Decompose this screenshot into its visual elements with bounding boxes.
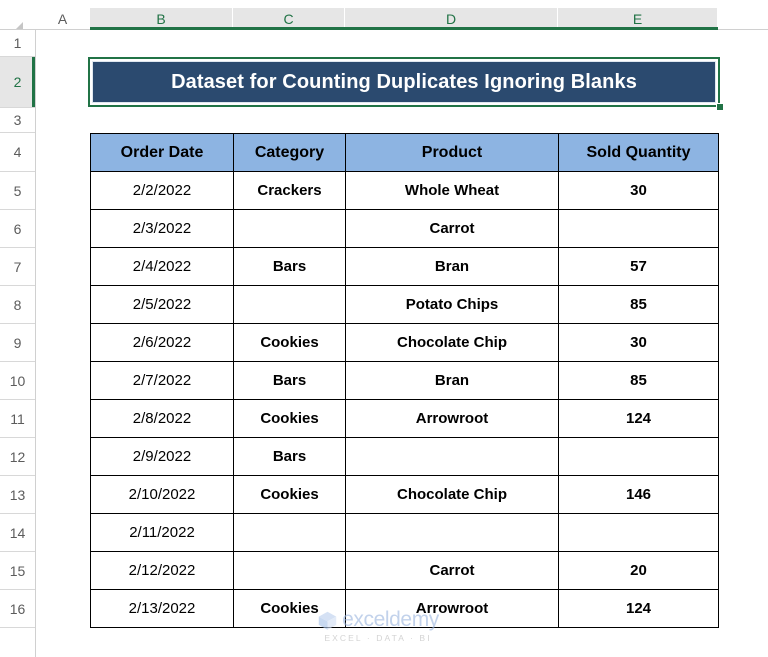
- row-header-9[interactable]: 9: [0, 324, 35, 362]
- watermark-tagline: EXCEL · DATA · BI: [324, 633, 432, 643]
- row-header-16[interactable]: 16: [0, 590, 35, 628]
- cell-sold-quantity[interactable]: 85: [558, 361, 719, 400]
- table-row: 2/7/2022 Bars Bran 85: [90, 361, 719, 400]
- row-header-15[interactable]: 15: [0, 552, 35, 590]
- row-header-11[interactable]: 11: [0, 400, 35, 438]
- cell-product[interactable]: Arrowroot: [345, 399, 559, 438]
- table-row: 2/2/2022 Crackers Whole Wheat 30: [90, 171, 719, 210]
- row-header-1[interactable]: 1: [0, 30, 35, 57]
- cell-sold-quantity[interactable]: [558, 209, 719, 248]
- cell-order-date[interactable]: 2/5/2022: [90, 285, 234, 324]
- row-header-7[interactable]: 7: [0, 248, 35, 286]
- cell-sold-quantity[interactable]: [558, 437, 719, 476]
- cell-order-date[interactable]: 2/4/2022: [90, 247, 234, 286]
- table-row: 2/8/2022 Cookies Arrowroot 124: [90, 399, 719, 438]
- cell-category[interactable]: Bars: [233, 247, 346, 286]
- cell-sold-quantity[interactable]: 57: [558, 247, 719, 286]
- row-header-12[interactable]: 12: [0, 438, 35, 476]
- cell-order-date[interactable]: 2/10/2022: [90, 475, 234, 514]
- selection-border: [88, 57, 720, 107]
- cell-order-date[interactable]: 2/7/2022: [90, 361, 234, 400]
- cell-product[interactable]: Carrot: [345, 209, 559, 248]
- cell-order-date[interactable]: 2/11/2022: [90, 513, 234, 552]
- row-header-6[interactable]: 6: [0, 210, 35, 248]
- column-header-selection-underline: [90, 27, 233, 30]
- column-header-order-date[interactable]: Order Date: [90, 133, 234, 172]
- column-header-selection-underline: [558, 27, 718, 30]
- cell-category[interactable]: [233, 209, 346, 248]
- cell-sold-quantity[interactable]: 146: [558, 475, 719, 514]
- row-header-8[interactable]: 8: [0, 286, 35, 324]
- cell-category[interactable]: Cookies: [233, 399, 346, 438]
- table-row: 2/6/2022 Cookies Chocolate Chip 30: [90, 323, 719, 362]
- row-header-2[interactable]: 2: [0, 57, 35, 108]
- row-header-divider: [35, 30, 36, 657]
- cell-sold-quantity[interactable]: [558, 513, 719, 552]
- cell-order-date[interactable]: 2/13/2022: [90, 589, 234, 628]
- column-header-a[interactable]: A: [35, 8, 90, 30]
- row-header-10[interactable]: 10: [0, 362, 35, 400]
- cell-category[interactable]: [233, 551, 346, 590]
- cell-category[interactable]: [233, 285, 346, 324]
- cell-product[interactable]: Bran: [345, 361, 559, 400]
- cell-category[interactable]: Crackers: [233, 171, 346, 210]
- table-row: 2/9/2022 Bars: [90, 437, 719, 476]
- row-header-5[interactable]: 5: [0, 172, 35, 210]
- cell-category[interactable]: Cookies: [233, 323, 346, 362]
- cell-product[interactable]: Carrot: [345, 551, 559, 590]
- cell-product[interactable]: Bran: [345, 247, 559, 286]
- cell-product[interactable]: Chocolate Chip: [345, 475, 559, 514]
- table-row: 2/5/2022 Potato Chips 85: [90, 285, 719, 324]
- table-row: 2/11/2022: [90, 513, 719, 552]
- cell-product[interactable]: Chocolate Chip: [345, 323, 559, 362]
- table-row: 2/10/2022 Cookies Chocolate Chip 146: [90, 475, 719, 514]
- row-header-13[interactable]: 13: [0, 476, 35, 514]
- table-row: 2/13/2022 Cookies Arrowroot 124: [90, 589, 719, 628]
- cell-category[interactable]: Bars: [233, 361, 346, 400]
- cell-category[interactable]: Bars: [233, 437, 346, 476]
- cell-sold-quantity[interactable]: 124: [558, 589, 719, 628]
- cell-sold-quantity[interactable]: 20: [558, 551, 719, 590]
- cell-product[interactable]: [345, 513, 559, 552]
- cell-category[interactable]: Cookies: [233, 589, 346, 628]
- cell-product[interactable]: [345, 437, 559, 476]
- cell-product[interactable]: Potato Chips: [345, 285, 559, 324]
- cell-order-date[interactable]: 2/12/2022: [90, 551, 234, 590]
- cell-category[interactable]: [233, 513, 346, 552]
- row-header-4[interactable]: 4: [0, 133, 35, 172]
- fill-handle[interactable]: [716, 103, 724, 111]
- column-header-sold-quantity[interactable]: Sold Quantity: [558, 133, 719, 172]
- row-header-14[interactable]: 14: [0, 514, 35, 552]
- cell-order-date[interactable]: 2/9/2022: [90, 437, 234, 476]
- column-header-product[interactable]: Product: [345, 133, 559, 172]
- title-cell-selection[interactable]: Dataset for Counting Duplicates Ignoring…: [88, 57, 724, 111]
- cell-sold-quantity[interactable]: 30: [558, 171, 719, 210]
- column-header-selection-underline: [345, 27, 558, 30]
- column-header-category[interactable]: Category: [233, 133, 346, 172]
- table-row: 2/4/2022 Bars Bran 57: [90, 247, 719, 286]
- cell-sold-quantity[interactable]: 85: [558, 285, 719, 324]
- table-row: 2/12/2022 Carrot 20: [90, 551, 719, 590]
- cell-order-date[interactable]: 2/8/2022: [90, 399, 234, 438]
- column-header-selection-underline: [233, 27, 345, 30]
- cell-product[interactable]: Whole Wheat: [345, 171, 559, 210]
- table-header-row: Order Date Category Product Sold Quantit…: [90, 133, 719, 172]
- cell-order-date[interactable]: 2/6/2022: [90, 323, 234, 362]
- table-row: 2/3/2022 Carrot: [90, 209, 719, 248]
- spreadsheet-grid: ABCDE 1 2 3 4 5 6 7 8 9 10 11 12 13 14 15 16 Dataset fo…: [0, 0, 768, 657]
- dataset-table: Order Date Category Product Sold Quantit…: [90, 133, 719, 628]
- cell-sold-quantity[interactable]: 30: [558, 323, 719, 362]
- cell-order-date[interactable]: 2/3/2022: [90, 209, 234, 248]
- cell-category[interactable]: Cookies: [233, 475, 346, 514]
- cell-sold-quantity[interactable]: 124: [558, 399, 719, 438]
- cell-product[interactable]: Arrowroot: [345, 589, 559, 628]
- row-header-3[interactable]: 3: [0, 108, 35, 133]
- cell-order-date[interactable]: 2/2/2022: [90, 171, 234, 210]
